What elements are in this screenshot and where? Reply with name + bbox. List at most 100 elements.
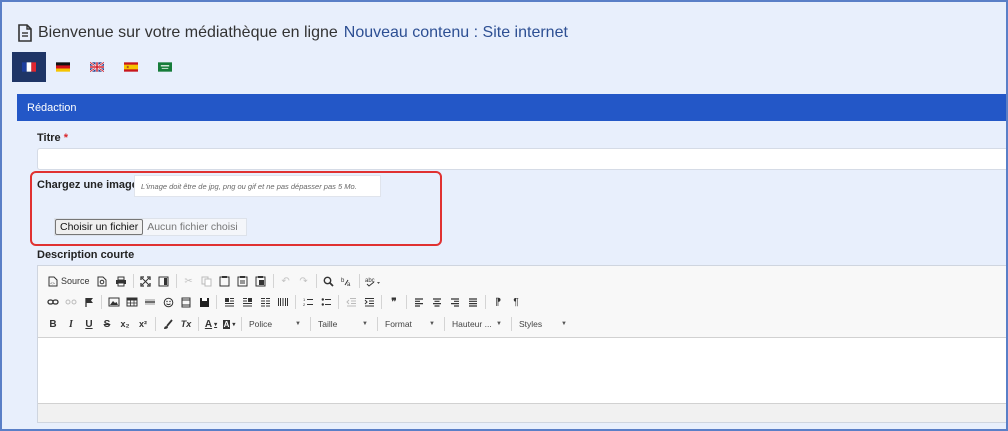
spellcheck-icon: abc xyxy=(365,278,380,287)
language-en[interactable] xyxy=(80,52,114,82)
toolbar-separator xyxy=(444,317,445,331)
horizontal-rule-icon xyxy=(145,299,155,305)
numbered-list-icon: 12 xyxy=(303,297,313,307)
cut-button[interactable]: ✂ xyxy=(180,272,198,290)
image-hint: L'image doit être de jpg, png ou gif et … xyxy=(134,175,381,197)
toolbar-separator xyxy=(485,295,486,309)
image-label: Chargez une image xyxy=(37,179,138,191)
size-select[interactable]: Taille ▼ xyxy=(314,316,372,332)
unlink-button[interactable] xyxy=(62,293,80,311)
iframe-button[interactable] xyxy=(177,293,195,311)
paste-text-button[interactable] xyxy=(234,272,252,290)
align-center-button[interactable] xyxy=(428,293,446,311)
toolbar-separator xyxy=(101,295,102,309)
editor-content-area[interactable] xyxy=(38,338,1006,404)
bulleted-list-button[interactable] xyxy=(317,293,335,311)
paste-word-icon xyxy=(255,276,266,287)
outdent-button[interactable] xyxy=(342,293,360,311)
language-de[interactable] xyxy=(46,52,80,82)
editor-toolbar: <> Source ✂ ↶ ↷ ba abc 1 2 ❞ ⁋ ¶ B I U S… xyxy=(38,266,1006,338)
toolbar-separator xyxy=(310,317,311,331)
editor-status-bar xyxy=(38,403,1006,422)
ltr-button[interactable]: ⁋ xyxy=(489,293,507,311)
format-select[interactable]: Format ▼ xyxy=(381,316,439,332)
chevron-down-icon: ▾ xyxy=(214,321,218,328)
toolbar-separator xyxy=(295,295,296,309)
image-button[interactable] xyxy=(105,293,123,311)
print-button[interactable] xyxy=(112,272,130,290)
align-left-block-button[interactable] xyxy=(220,293,238,311)
superscript-button[interactable]: x² xyxy=(134,315,152,333)
paste-button[interactable] xyxy=(216,272,234,290)
table-button[interactable] xyxy=(123,293,141,311)
image-icon xyxy=(108,297,120,307)
font-select[interactable]: Police ▼ xyxy=(245,316,305,332)
chevron-down-icon: ▼ xyxy=(561,321,567,327)
toolbar-separator xyxy=(198,317,199,331)
styles-select[interactable]: Styles ▼ xyxy=(515,316,571,332)
link-button[interactable] xyxy=(44,293,62,311)
line-height-select[interactable]: Hauteur ... ▼ xyxy=(448,316,506,332)
align-right-block-button[interactable] xyxy=(238,293,256,311)
align-left-button[interactable] xyxy=(410,293,428,311)
indent-button[interactable] xyxy=(360,293,378,311)
bold-button[interactable]: B xyxy=(44,315,62,333)
title-accent: Nouveau contenu : Site internet xyxy=(343,24,568,41)
spellcheck-button[interactable]: abc xyxy=(363,272,383,290)
align-right-button[interactable] xyxy=(446,293,464,311)
file-input[interactable]: Choisir un fichier Aucun fichier choisi xyxy=(54,218,247,236)
three-columns-icon xyxy=(278,298,288,306)
show-blocks-button[interactable] xyxy=(155,272,173,290)
horizontal-rule-button[interactable] xyxy=(141,293,159,311)
blockquote-button[interactable]: ❞ xyxy=(385,293,403,311)
save-button[interactable] xyxy=(195,293,213,311)
chevron-down-icon: ▼ xyxy=(362,321,368,327)
paste-icon xyxy=(219,276,230,287)
print-icon xyxy=(115,276,126,286)
rtl-button[interactable]: ¶ xyxy=(507,293,525,311)
numbered-list-button[interactable]: 12 xyxy=(299,293,317,311)
toolbar-separator xyxy=(338,295,339,309)
columns-button[interactable] xyxy=(256,293,274,311)
choose-file-button[interactable]: Choisir un fichier xyxy=(55,219,144,235)
copy-format-button[interactable] xyxy=(159,315,177,333)
title-main: Bienvenue sur votre médiathèque en ligne xyxy=(38,24,338,41)
chevron-down-icon: ▼ xyxy=(496,321,502,327)
toolbar-separator xyxy=(132,274,134,288)
language-selector xyxy=(12,52,182,82)
source-button[interactable]: <> Source xyxy=(44,272,94,290)
paste-word-button[interactable] xyxy=(252,272,270,290)
redo-button[interactable]: ↷ xyxy=(295,272,313,290)
maximize-button[interactable] xyxy=(137,272,155,290)
preview-button[interactable] xyxy=(94,272,112,290)
smiley-button[interactable] xyxy=(159,293,177,311)
background-color-button[interactable]: A ▾ xyxy=(220,315,238,333)
chevron-down-icon: ▼ xyxy=(429,321,435,327)
italic-button[interactable]: I xyxy=(62,315,80,333)
language-ar[interactable] xyxy=(148,52,182,82)
language-fr[interactable] xyxy=(12,52,46,82)
replace-button[interactable]: ba xyxy=(338,272,356,290)
strikethrough-button[interactable]: S xyxy=(98,315,116,333)
find-button[interactable] xyxy=(320,272,338,290)
unlink-icon xyxy=(65,299,77,305)
title-input[interactable] xyxy=(37,148,1006,170)
remove-format-button[interactable]: Tx xyxy=(177,315,195,333)
toolbar-separator xyxy=(315,274,317,288)
undo-button[interactable]: ↶ xyxy=(277,272,295,290)
three-columns-button[interactable] xyxy=(274,293,292,311)
chevron-down-icon: ▼ xyxy=(295,321,301,327)
toolbar-row-1: <> Source ✂ ↶ ↷ ba abc xyxy=(44,271,383,291)
language-es[interactable] xyxy=(114,52,148,82)
toolbar-separator xyxy=(272,274,274,288)
justify-button[interactable] xyxy=(464,293,482,311)
underline-button[interactable]: U xyxy=(80,315,98,333)
maximize-icon xyxy=(140,275,151,287)
title-label: Titre * xyxy=(37,132,68,144)
copy-button[interactable] xyxy=(198,272,216,290)
anchor-button[interactable] xyxy=(80,293,98,311)
chevron-down-icon: ▾ xyxy=(232,321,236,328)
source-label: Source xyxy=(61,276,90,286)
subscript-button[interactable]: x₂ xyxy=(116,315,134,333)
text-color-button[interactable]: A ▾ xyxy=(202,315,220,333)
